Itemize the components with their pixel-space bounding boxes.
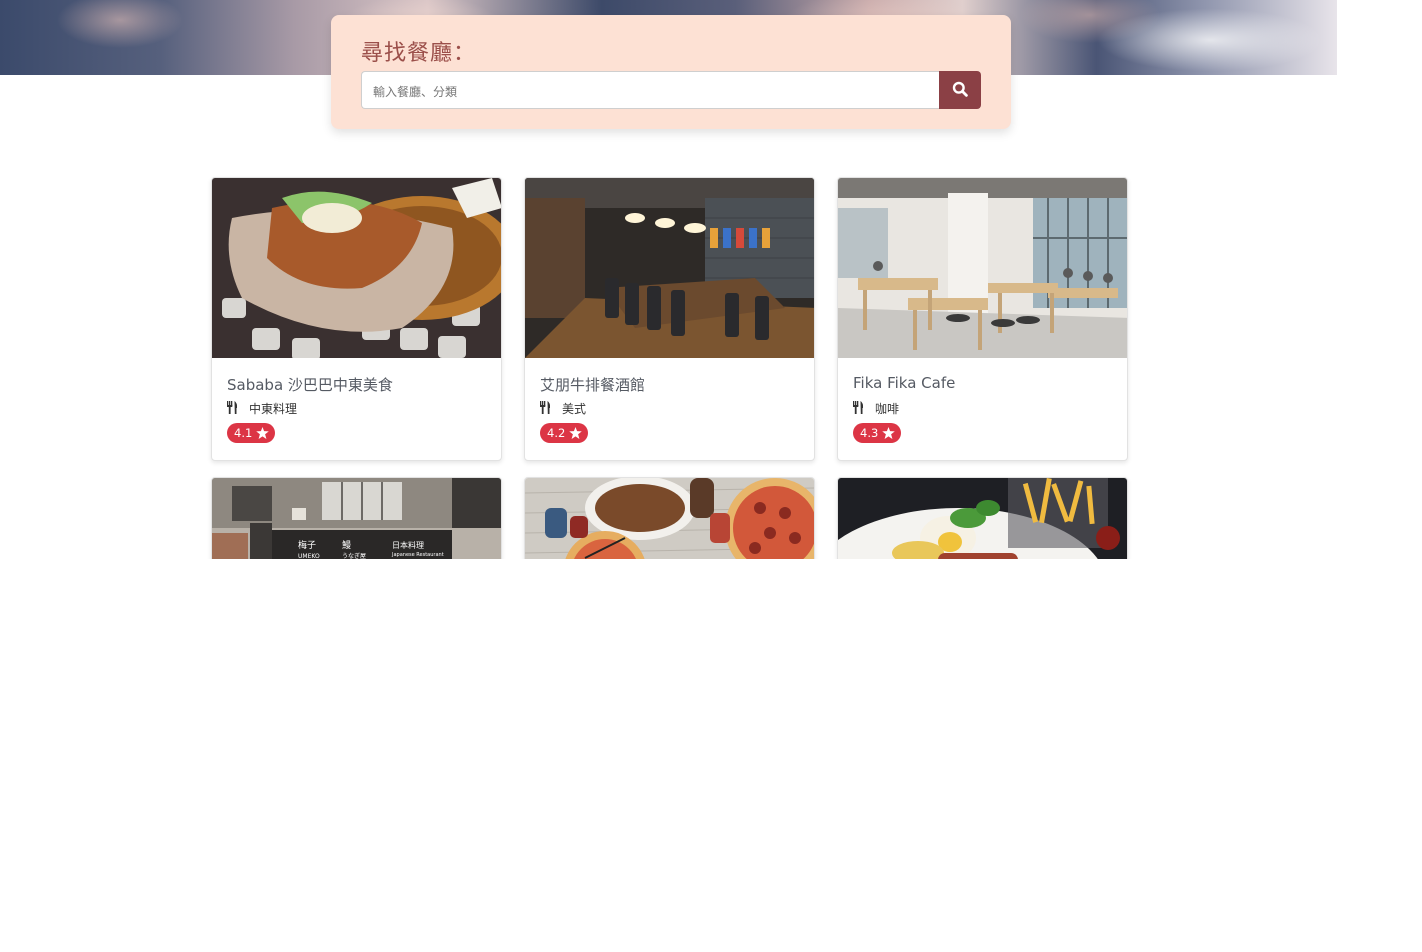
restaurant-card[interactable]: Sababa 沙巴巴中東美食 中東料理 4.1: [211, 177, 502, 461]
restaurant-name[interactable]: Fika Fika Cafe: [853, 374, 955, 392]
viewport-blank-area: [0, 559, 1422, 952]
restaurant-photo[interactable]: [838, 178, 1127, 358]
category-label: 中東料理: [249, 402, 298, 416]
search-icon: [952, 81, 968, 100]
search-title: 尋找餐廳：: [361, 41, 477, 66]
utensils-icon: [227, 400, 238, 417]
restaurant-category: 咖啡: [853, 400, 899, 417]
category-label: 美式: [562, 402, 587, 416]
restaurant-card[interactable]: 艾朋牛排餐酒館 美式 4.2: [524, 177, 815, 461]
rating-value: 4.2: [547, 426, 566, 440]
category-label: 咖啡: [875, 402, 900, 416]
utensils-icon: [540, 400, 551, 417]
svg-text:鰻: 鰻: [342, 539, 351, 551]
svg-text:日本料理: 日本料理: [392, 540, 424, 550]
rating-badge: 4.1: [227, 423, 276, 443]
restaurant-card[interactable]: Fika Fika Cafe 咖啡 4.3: [837, 177, 1128, 461]
rating-value: 4.3: [860, 426, 879, 440]
star-icon: [882, 427, 896, 439]
star-icon: [256, 427, 270, 439]
search-panel: 尋找餐廳：: [331, 15, 1011, 129]
restaurant-category: 中東料理: [227, 400, 297, 417]
utensils-icon: [853, 400, 864, 417]
restaurant-photo[interactable]: [212, 178, 501, 358]
restaurant-name[interactable]: Sababa 沙巴巴中東美食: [227, 374, 393, 395]
rating-value: 4.1: [234, 426, 253, 440]
restaurant-category: 美式: [540, 400, 586, 417]
svg-text:Japanese Restaurant: Japanese Restaurant: [391, 552, 444, 558]
search-button[interactable]: [939, 71, 981, 109]
svg-text:梅子: 梅子: [298, 539, 316, 551]
search-input[interactable]: [361, 71, 939, 109]
rating-badge: 4.2: [540, 423, 589, 443]
star-icon: [569, 427, 583, 439]
rating-badge: 4.3: [853, 423, 902, 443]
restaurant-photo[interactable]: [525, 178, 814, 358]
restaurant-name[interactable]: 艾朋牛排餐酒館: [540, 374, 645, 395]
